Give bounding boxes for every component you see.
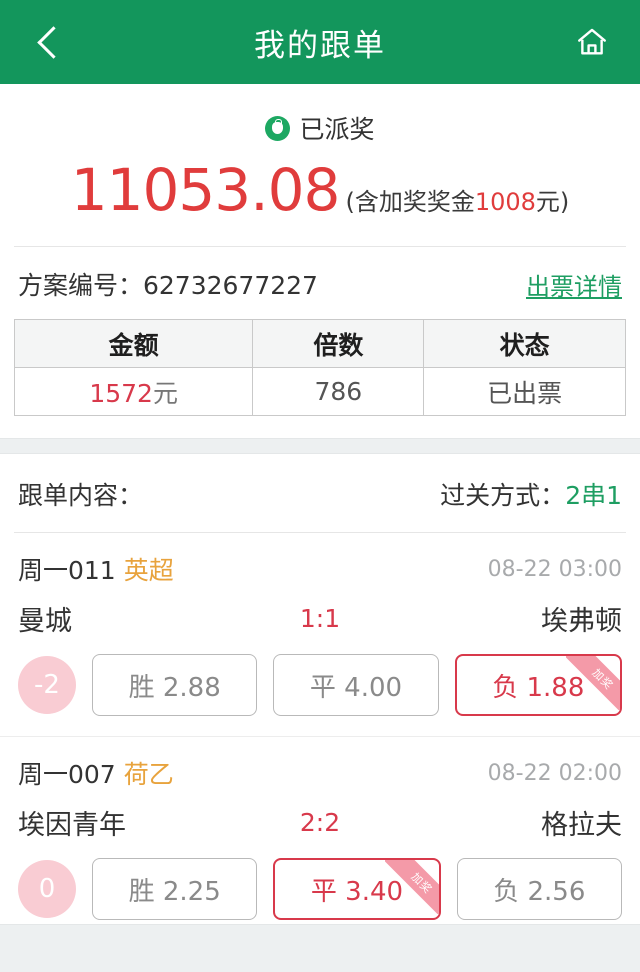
handicap-badge: -2 [18, 656, 76, 714]
page-title: 我的跟单 [254, 27, 386, 64]
match-league: 荷乙 [123, 760, 174, 789]
cell-multiple: 786 [252, 367, 425, 416]
match-score: 1:1 [299, 604, 341, 633]
content-title: 跟单内容： [18, 481, 144, 510]
app-header: 我的跟单 [0, 0, 640, 84]
handicap-badge: 0 [18, 860, 76, 918]
pass-type-value: 2串1 [565, 481, 622, 510]
amount-value: 1572 [89, 378, 153, 408]
odd-label: 胜 2.25 [128, 876, 221, 907]
scheme-number: 方案编号：62732677227 [18, 271, 318, 300]
odd-label: 负 2.56 [493, 876, 586, 907]
match-no: 周一011 [18, 556, 116, 585]
away-team: 埃弗顿 [541, 606, 622, 637]
ticket-info-table-wrap: 金额 倍数 状态 1572元 786 已出票 [0, 319, 640, 438]
amount-unit: 元 [152, 378, 178, 408]
prize-amount: 11053.08 [70, 156, 341, 224]
app-page: 我的跟单 已派奖 11053.08 (含加奖奖金1008元) 方案编号：6273… [0, 0, 640, 972]
content-header: 跟单内容： 过关方式：2串1 [0, 454, 640, 532]
bonus-suffix: 元) [535, 188, 570, 216]
match-teams: 曼城 1:1 埃弗顿 [18, 599, 622, 638]
bonus-value: 1008 [474, 188, 536, 216]
odd-label: 平 3.40 [310, 876, 404, 907]
header-amount: 金额 [13, 319, 254, 368]
ticket-detail-link[interactable]: 出票详情 [526, 267, 622, 302]
match-league: 英超 [123, 556, 174, 585]
cell-status: 已出票 [423, 367, 626, 416]
table-header-row: 金额 倍数 状态 [13, 319, 626, 368]
back-button[interactable] [22, 16, 74, 68]
prize-summary: 已派奖 11053.08 (含加奖奖金1008元) [0, 84, 640, 246]
odd-label: 负 1.88 [492, 672, 585, 703]
away-team: 格拉夫 [541, 810, 622, 841]
prize-bonus-note: (含加奖奖金1008元) [345, 182, 569, 217]
bottom-spacer [0, 924, 640, 972]
header-multiple: 倍数 [252, 319, 425, 368]
odd-option-lose[interactable]: 负 2.56 [456, 858, 622, 920]
home-icon [578, 28, 606, 55]
match-no-wrap: 周一011 英超 [18, 551, 174, 587]
odds-row: 0 胜 2.25 平 3.40 加奖 负 2.56 [18, 858, 622, 920]
odds-row: -2 胜 2.88 平 4.00 负 1.88 加奖 [18, 654, 622, 716]
bonus-prefix: (含加奖奖金 [345, 188, 475, 216]
prize-amount-row: 11053.08 (含加奖奖金1008元) [0, 156, 640, 224]
match-no-wrap: 周一007 荷乙 [18, 755, 174, 791]
match-time: 08-22 03:00 [487, 556, 622, 582]
home-team: 埃因青年 [18, 810, 126, 841]
chevron-left-icon [38, 25, 58, 59]
odd-option-draw[interactable]: 平 3.40 加奖 [273, 858, 441, 920]
home-team: 曼城 [18, 606, 72, 637]
prize-status-line: 已派奖 [0, 110, 640, 146]
pass-type: 过关方式：2串1 [440, 476, 622, 512]
odd-option-win[interactable]: 胜 2.88 [92, 654, 258, 716]
match-time: 08-22 02:00 [487, 760, 622, 786]
match-no: 周一007 [18, 760, 116, 789]
cell-amount: 1572元 [13, 367, 254, 416]
match-meta: 周一007 荷乙 08-22 02:00 [18, 755, 622, 791]
match-meta: 周一011 英超 08-22 03:00 [18, 551, 622, 587]
match-item[interactable]: 周一007 荷乙 08-22 02:00 埃因青年 2:2 格拉夫 0 胜 2.2… [0, 736, 640, 940]
money-bag-icon [265, 115, 291, 141]
ticket-info-table: 金额 倍数 状态 1572元 786 已出票 [13, 319, 626, 416]
section-separator [0, 438, 640, 454]
match-score: 2:2 [299, 808, 341, 837]
pass-type-label: 过关方式： [440, 481, 566, 510]
table-row: 1572元 786 已出票 [13, 367, 626, 416]
home-button[interactable] [566, 16, 618, 68]
odd-option-draw[interactable]: 平 4.00 [273, 654, 439, 716]
odd-label: 胜 2.88 [128, 672, 221, 703]
header-status: 状态 [423, 319, 626, 368]
odd-label: 平 4.00 [309, 672, 403, 703]
match-teams: 埃因青年 2:2 格拉夫 [18, 803, 622, 842]
scheme-row: 方案编号：62732677227 出票详情 [0, 247, 640, 319]
match-item[interactable]: 周一011 英超 08-22 03:00 曼城 1:1 埃弗顿 -2 胜 2.88… [0, 533, 640, 736]
odd-option-lose[interactable]: 负 1.88 加奖 [454, 654, 622, 716]
prize-status-text: 已派奖 [299, 115, 375, 144]
odd-option-win[interactable]: 胜 2.25 [92, 858, 258, 920]
